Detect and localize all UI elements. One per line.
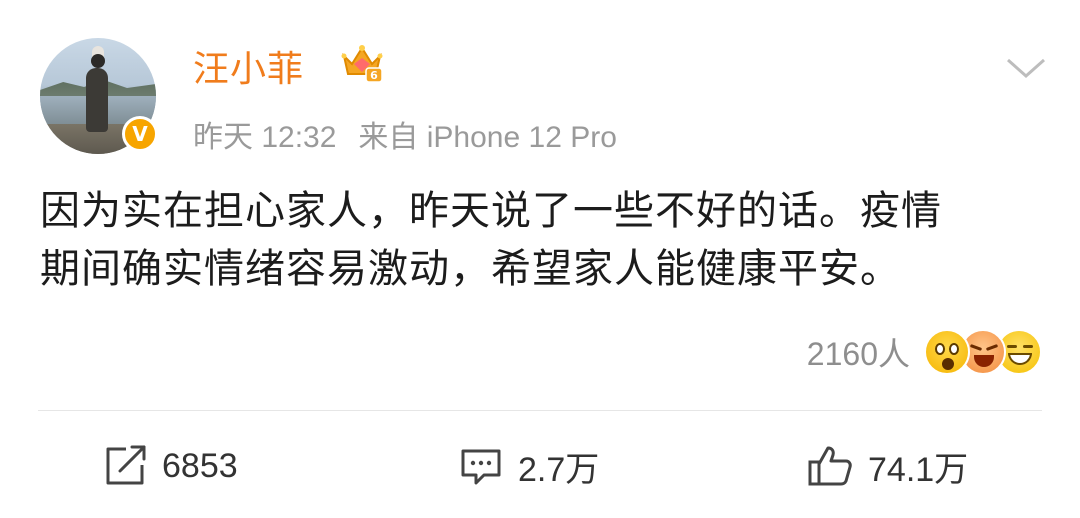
post-content: 因为实在担心家人，昨天说了一些不好的话。疫情 期间确实情绪容易激动，希望家人能健… <box>40 182 1040 298</box>
post-source[interactable]: 来自 iPhone 12 Pro <box>358 121 616 154</box>
surprised-emoji-icon <box>924 329 970 375</box>
repost-button[interactable]: 6853 <box>102 436 238 496</box>
comment-button[interactable]: 2.7万 <box>458 436 599 496</box>
comment-icon <box>461 449 501 485</box>
action-bar: 6853 2.7万 74.1万 <box>0 436 1080 496</box>
reaction-count: 2160人 <box>806 336 910 372</box>
user-name[interactable]: 汪小菲 <box>193 40 304 92</box>
reactions-bar[interactable]: 2160人 <box>807 326 1042 378</box>
repost-count: 6853 <box>162 446 238 485</box>
post-text-line: 因为实在担心家人，昨天说了一些不好的话。疫情 <box>40 188 942 234</box>
post-text-line: 期间确实情绪容易激动，希望家人能健康平安。 <box>40 246 901 292</box>
verified-badge-icon: V <box>122 116 158 152</box>
comment-count: 2.7万 <box>518 450 600 489</box>
post-time: 昨天 12:32 <box>193 121 337 154</box>
like-count: 74.1万 <box>868 450 969 489</box>
like-button[interactable]: 74.1万 <box>806 436 968 496</box>
level-badge: 6 <box>370 69 378 82</box>
avatar[interactable]: V <box>40 38 158 154</box>
divider <box>38 410 1042 411</box>
thumbs-up-icon <box>808 446 852 486</box>
chevron-down-icon[interactable] <box>1006 56 1046 80</box>
repost-icon <box>106 445 146 485</box>
vip-crown-icon: 6 <box>341 45 383 83</box>
post-meta: 昨天 12:32 来自 iPhone 12 Pro <box>193 112 617 156</box>
